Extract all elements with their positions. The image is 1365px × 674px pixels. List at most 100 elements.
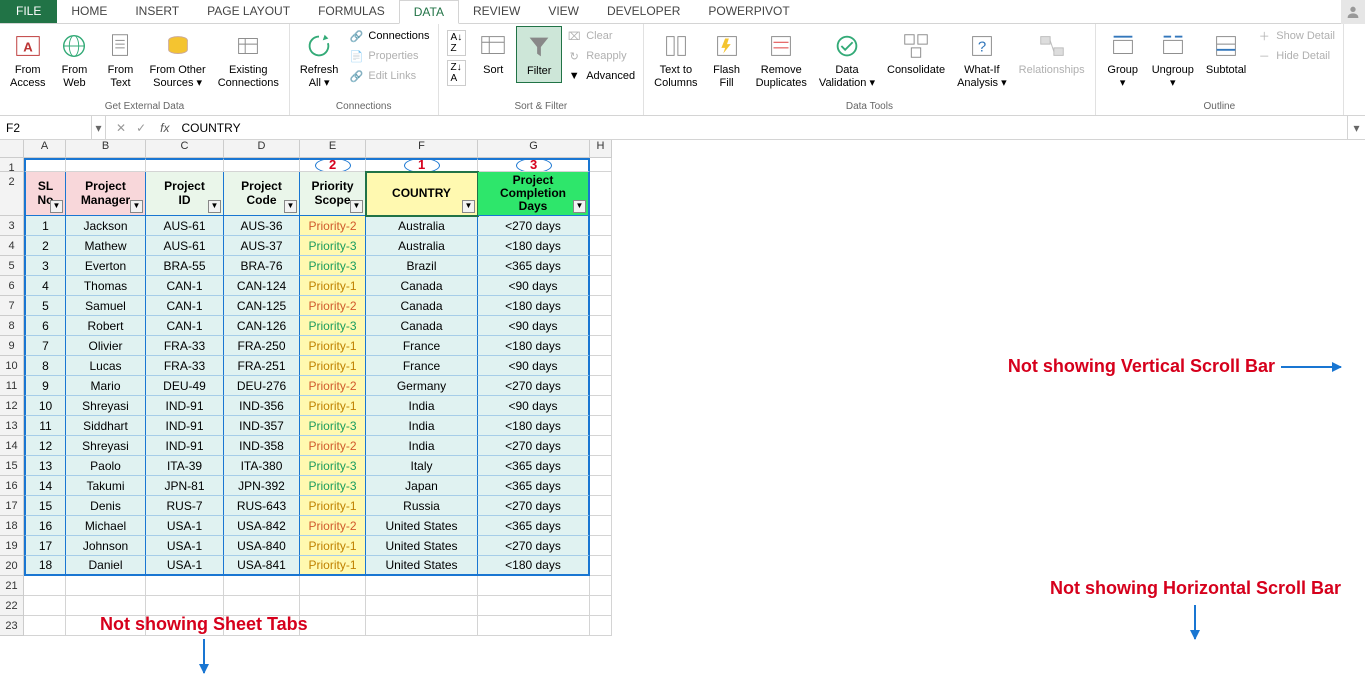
cell-country[interactable]: United States [366,536,478,556]
col-header-F[interactable]: F [366,140,478,158]
tab-review[interactable]: REVIEW [459,0,534,23]
cell-priority[interactable]: Priority-1 [300,556,366,576]
cell-priority[interactable]: Priority-1 [300,356,366,376]
cell-project-id[interactable]: IND-91 [146,436,224,456]
cell-sl[interactable]: 6 [24,316,66,336]
text-to-columns-button[interactable]: Text to Columns [648,26,703,94]
cell[interactable] [300,616,366,636]
cell-days[interactable]: <365 days [478,256,590,276]
cell-pm[interactable]: Samuel [66,296,146,316]
flash-fill-button[interactable]: Flash Fill [704,26,750,94]
filter-dropdown-button[interactable]: ▼ [208,200,221,213]
cell-sl[interactable]: 5 [24,296,66,316]
cell-project-id[interactable]: USA-1 [146,536,224,556]
cell-project-id[interactable]: ITA-39 [146,456,224,476]
cell-sl[interactable]: 12 [24,436,66,456]
cell-country[interactable]: United States [366,516,478,536]
cell[interactable] [366,616,478,636]
cell-country[interactable]: Germany [366,376,478,396]
cell-days[interactable]: <90 days [478,396,590,416]
cell-days[interactable]: <270 days [478,376,590,396]
cell-days[interactable]: <180 days [478,336,590,356]
cell-priority[interactable]: Priority-3 [300,476,366,496]
remove-duplicates-button[interactable]: Remove Duplicates [750,26,813,94]
cell[interactable] [366,576,478,596]
cell[interactable] [24,576,66,596]
relationships-button[interactable]: Relationships [1013,26,1091,81]
cell-project-id[interactable]: AUS-61 [146,236,224,256]
cell-priority[interactable]: Priority-1 [300,276,366,296]
tab-developer[interactable]: DEVELOPER [593,0,694,23]
cell-country[interactable]: India [366,416,478,436]
from-other-sources-button[interactable]: From Other Sources ▾ [143,26,211,94]
table-header-project-id[interactable]: Project ID▼ [146,172,224,216]
cell-priority[interactable]: Priority-2 [300,376,366,396]
cell[interactable] [590,616,612,636]
cell[interactable] [224,576,300,596]
tab-formulas[interactable]: FORMULAS [304,0,399,23]
cell-sl[interactable]: 11 [24,416,66,436]
name-box-dropdown[interactable]: ▾ [92,116,106,139]
cell[interactable]: 2 [300,158,366,172]
refresh-all-button[interactable]: Refresh All ▾ [294,26,345,94]
row-header-12[interactable]: 12 [0,396,24,416]
row-header-16[interactable]: 16 [0,476,24,496]
row-header-9[interactable]: 9 [0,336,24,356]
cell-project-code[interactable]: USA-840 [224,536,300,556]
cell-days[interactable]: <180 days [478,556,590,576]
formula-input[interactable]: COUNTRY [173,121,1347,135]
cell[interactable] [590,576,612,596]
ungroup-button[interactable]: Ungroup ▾ [1146,26,1200,94]
cell-pm[interactable]: Thomas [66,276,146,296]
from-web-button[interactable]: From Web [51,26,97,94]
cell[interactable] [590,296,612,316]
row-header-7[interactable]: 7 [0,296,24,316]
row-header-1[interactable]: 1 [0,158,24,172]
cell-days[interactable]: <270 days [478,436,590,456]
show-detail-button[interactable]: ＋Show Detail [1252,26,1339,46]
cell-pm[interactable]: Mario [66,376,146,396]
cell-sl[interactable]: 10 [24,396,66,416]
cell-days[interactable]: <90 days [478,316,590,336]
cell-pm[interactable]: Daniel [66,556,146,576]
cell-pm[interactable]: Everton [66,256,146,276]
cell[interactable] [478,596,590,616]
select-all-button[interactable] [0,140,24,158]
existing-connections-button[interactable]: Existing Connections [212,26,285,94]
data-validation-button[interactable]: Data Validation ▾ [813,26,881,94]
cell-sl[interactable]: 17 [24,536,66,556]
cell[interactable] [590,336,612,356]
cell-project-id[interactable]: IND-91 [146,416,224,436]
col-header-B[interactable]: B [66,140,146,158]
cell-pm[interactable]: Paolo [66,456,146,476]
cell[interactable] [300,596,366,616]
cell[interactable] [590,556,612,576]
cell-project-id[interactable]: DEU-49 [146,376,224,396]
tab-insert[interactable]: INSERT [121,0,193,23]
hide-detail-button[interactable]: －Hide Detail [1252,46,1339,66]
cell-project-id[interactable]: FRA-33 [146,356,224,376]
cell-days[interactable]: <180 days [478,236,590,256]
row-header-23[interactable]: 23 [0,616,24,636]
cell-project-id[interactable]: BRA-55 [146,256,224,276]
sort-az-button[interactable]: A↓Z [447,30,467,56]
cell-country[interactable]: Australia [366,236,478,256]
tab-data[interactable]: DATA [399,0,459,24]
cell[interactable] [590,356,612,376]
cell[interactable] [146,576,224,596]
table-header-priority-scope[interactable]: Priority Scope▼ [300,172,366,216]
cell-project-code[interactable]: IND-357 [224,416,300,436]
cell-sl[interactable]: 2 [24,236,66,256]
cell[interactable] [590,536,612,556]
cell-sl[interactable]: 4 [24,276,66,296]
cell[interactable] [590,216,612,236]
cell[interactable] [590,476,612,496]
col-header-A[interactable]: A [24,140,66,158]
cell-project-code[interactable]: ITA-380 [224,456,300,476]
cell[interactable] [66,576,146,596]
cell-days[interactable]: <270 days [478,536,590,556]
row-header-11[interactable]: 11 [0,376,24,396]
cell[interactable] [590,376,612,396]
cell[interactable] [590,276,612,296]
cell-country[interactable]: Japan [366,476,478,496]
